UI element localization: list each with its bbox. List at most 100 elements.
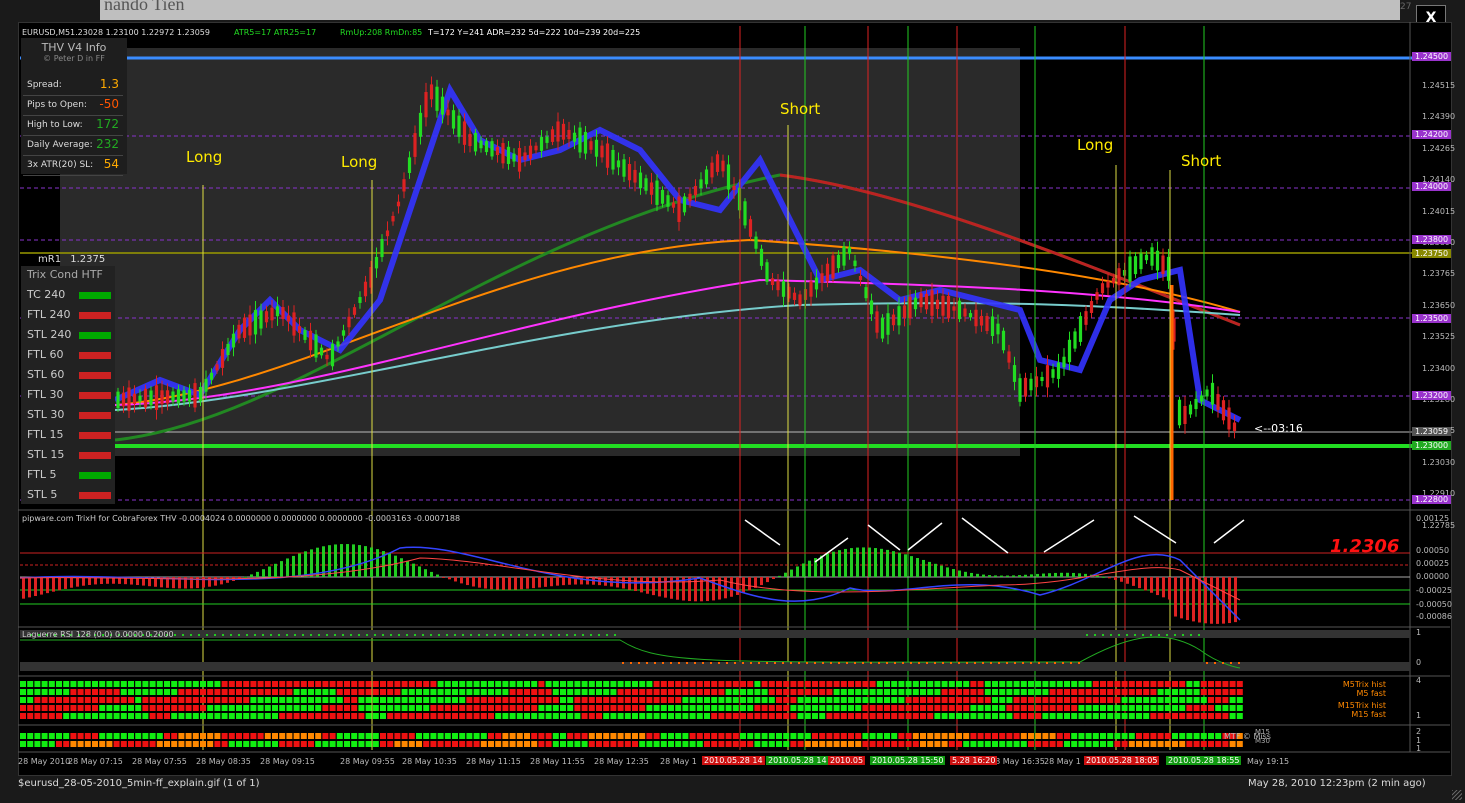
info-row-key: 3x ATR(20) SL:: [27, 160, 94, 170]
info-row-value: 1.3: [99, 77, 119, 91]
info-subtitle: © Peter D in FF: [43, 54, 105, 63]
time-tick: 28 May 12:35: [594, 757, 649, 766]
trix-cond-name: STL 15: [27, 448, 65, 461]
mtf-axis-bottom: 1: [1416, 711, 1422, 720]
trix-cond-bar: [79, 472, 111, 479]
info-title: THV V4 Info: [41, 41, 107, 54]
time-highlight: 2010.05.28 18:05: [1084, 756, 1160, 765]
info-row-key: Spread:: [27, 80, 62, 90]
price-label: 1.23750: [1412, 249, 1452, 258]
trix-big-price: 1.2306: [1330, 536, 1400, 557]
time-highlight: 2010.05.28 15:50: [870, 756, 946, 765]
price-label: 1.24000: [1412, 182, 1452, 191]
info-row: Pips to Open: -50: [23, 96, 123, 116]
time-tick: 28 May 16:35: [990, 757, 1045, 766]
info-row-key: High to Low:: [27, 120, 83, 130]
trix-cond-row: FTL 15: [27, 426, 111, 444]
price-label: 1.22800: [1412, 495, 1452, 504]
trix-cond-row: STL 60: [27, 366, 111, 384]
price-tick: 1.24265: [1422, 143, 1456, 153]
info-row: Daily Average: 232: [23, 136, 123, 156]
trix-pane: [19, 515, 1410, 624]
resize-grip-icon[interactable]: [1452, 790, 1462, 800]
trix-title: pipware.com TrixH for CobraForex THV -0.…: [22, 514, 461, 523]
trix-cond-bar: [79, 312, 111, 319]
trix-cond-panel: Trix Cond HTF TC 240 FTL 240 STL 240 FTL 60…: [21, 266, 115, 504]
info-row-value: -50: [99, 97, 119, 111]
trix-tick: 0.00025: [1416, 559, 1450, 568]
trix-tick: 0.00000: [1416, 572, 1450, 581]
info-row: 3x ATR(20) SL: 54: [23, 156, 123, 176]
info-row-value: 172: [96, 117, 119, 131]
time-tick: 28 May 07:55: [132, 757, 187, 766]
info-row: High to Low: 172: [23, 116, 123, 136]
time-tick: 28 May 09:15: [260, 757, 315, 766]
price-label: 1.23800: [1412, 235, 1452, 244]
trix-tick: -0.00086: [1416, 612, 1452, 621]
trix-cond-title: Trix Cond HTF: [27, 268, 103, 281]
price-tick: 1.23650: [1422, 300, 1456, 310]
mtf-label: M15Trix hist: [1337, 701, 1386, 710]
status-filename: $eurusd_28-05-2010_5min-ff_explain.gif (…: [18, 778, 260, 789]
trix-cond-bar: [79, 492, 111, 499]
time-tick: 28 May 08:35: [196, 757, 251, 766]
mtf-label: M5 fast: [1356, 689, 1386, 698]
mr1-name: mR1: [38, 254, 62, 265]
ohlc-label: 1.23028 1.23100 1.22972 1.23059: [70, 28, 210, 37]
price-tick: 1.23765: [1422, 269, 1456, 279]
last-tick-label: May 19:15: [1247, 757, 1290, 766]
annotation-short-1: Short: [780, 100, 821, 118]
mtf-label: M15 fast: [1351, 710, 1386, 719]
trix-cond-bar: [79, 452, 111, 459]
trix-cond-row: STL 15: [27, 446, 111, 464]
mtf-label: M5Trix hist: [1342, 680, 1386, 689]
price-label: 1.23200: [1412, 391, 1452, 400]
rm-label: RmUp:208 RmDn:85: [340, 28, 423, 37]
price-tick: 1.23400: [1422, 363, 1456, 373]
price-tick: 1.24015: [1422, 206, 1456, 216]
price-label: 1.23000: [1412, 441, 1452, 450]
info-row: Spread: 1.3: [23, 76, 123, 96]
info-row-key: Pips to Open:: [27, 100, 87, 110]
mtf-axis-top: 4: [1416, 676, 1422, 685]
mtf2-label-m15: M15: [1255, 728, 1270, 736]
trix-cond-name: FTL 60: [27, 348, 64, 361]
laguerre-axis-top: 1: [1416, 628, 1422, 637]
trix-cond-name: FTL 5: [27, 468, 57, 481]
time-highlight: 2010.05: [828, 756, 866, 765]
countdown-timer: <--03:16: [1254, 422, 1303, 435]
time-tick: 28 May 10:35: [402, 757, 457, 766]
laguerre-title: Laguerre RSI 128 (0.0) 0.0000 0.2000: [22, 630, 174, 639]
mtf2-axis-1: 2: [1416, 727, 1422, 736]
trix-cond-bar: [79, 372, 111, 379]
atr-label: ATR5=17 ATR25=17: [234, 28, 317, 37]
trix-cond-name: STL 30: [27, 408, 65, 421]
trix-cond-name: FTL 15: [27, 428, 64, 441]
viewer-window: nando Tien 27 X EURUSD,M5 1.23028 1.2310…: [0, 0, 1465, 803]
time-highlight: 2010.05.28 14: [766, 756, 829, 765]
price-label: 1.24200: [1412, 130, 1452, 139]
trix-cond-row: FTL 60: [27, 346, 111, 364]
mr1-value: 1.2375: [70, 254, 106, 265]
price-tick: 1.24515: [1422, 81, 1456, 90]
price-label: 1.23059: [1412, 427, 1452, 436]
annotation-short-2: Short: [1181, 152, 1222, 170]
time-tick: 28 May 1: [1044, 757, 1081, 766]
price-label: 1.23500: [1412, 314, 1452, 323]
trix-cond-bar: [79, 292, 111, 299]
time-tick: 28 May 11:55: [530, 757, 585, 766]
info-row-value: 54: [103, 157, 119, 171]
trix-cond-name: STL 60: [27, 368, 65, 381]
main-price-chart: [18, 22, 1450, 753]
price-tick: 1.23525: [1422, 332, 1456, 342]
mtf2-axis-3: 1: [1416, 744, 1422, 753]
trix-cond-row: STL 30: [27, 406, 111, 424]
time-highlight: 5.28 16:20: [950, 756, 998, 765]
trix-cond-name: TC 240: [27, 288, 66, 301]
trix-cond-row: FTL 5: [27, 466, 111, 484]
trix-cond-row: STL 240: [27, 326, 111, 344]
time-tick: 28 May 09:55: [340, 757, 395, 766]
mr1-label: mR1 1.2375: [38, 254, 105, 265]
time-tick: 28 May 11:15: [466, 757, 521, 766]
time-highlight: 2010.05.28 18:55: [1166, 756, 1242, 765]
